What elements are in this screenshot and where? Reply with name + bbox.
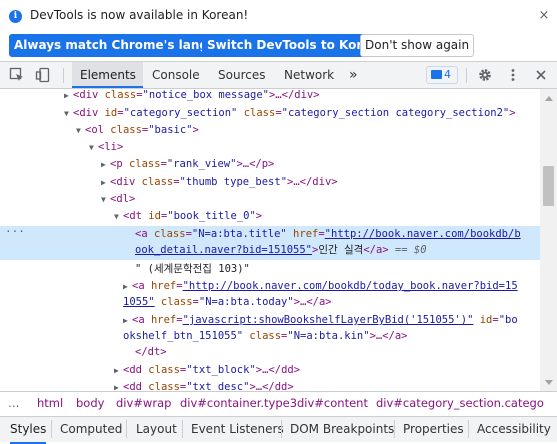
settings-gear-icon[interactable] [477, 67, 493, 83]
dom-node-p-rank-view[interactable]: ▶ <p class="rank_view">…</p> [101, 156, 274, 172]
today-book-link-cont[interactable]: 1055" [123, 296, 155, 308]
breadcrumb-item[interactable]: div#category_section.catego [376, 392, 544, 415]
tab-styles[interactable]: Styles [10, 417, 47, 444]
tab-event-listeners[interactable]: Event Listeners [191, 417, 284, 442]
toolbar-divider [466, 68, 467, 83]
close-devtools-icon[interactable] [533, 67, 549, 83]
tab-divider [51, 420, 52, 438]
tab-elements[interactable]: Elements [72, 62, 143, 88]
scrollbar-thumb[interactable] [543, 166, 554, 206]
sidebar-pane-tabs: Styles Computed Layout Event Listeners D… [0, 416, 557, 444]
dom-node-dd-txt-block[interactable]: ▶ <dd class="txt_block">…</dd> [114, 362, 300, 378]
close-icon[interactable]: × [536, 8, 552, 24]
dom-node-a-today-wrap[interactable]: 1055" class="N=a:bta.today">…</a> [123, 294, 332, 310]
elements-scrollbar[interactable] [540, 89, 557, 391]
breadcrumb-item[interactable]: html [37, 392, 63, 415]
tab-network[interactable]: Network [276, 62, 342, 88]
breadcrumb: … html body div#wrap div#container.type3… [0, 391, 557, 416]
tab-divider [126, 420, 127, 438]
tab-dom-breakpoints[interactable]: DOM Breakpoints [290, 417, 394, 442]
dom-node-div-thumb[interactable]: ▶ <div class="thumb type_best">…</div> [101, 174, 338, 190]
breadcrumb-item[interactable]: div#content [297, 392, 368, 415]
tab-sources[interactable]: Sources [210, 62, 273, 88]
tab-computed[interactable]: Computed [60, 417, 122, 442]
tab-accessibility[interactable]: Accessibility [477, 417, 551, 442]
breadcrumb-item[interactable]: body [76, 392, 104, 415]
tab-layout[interactable]: Layout [136, 417, 177, 442]
main-toolbar: Elements Console Sources Network » 4 [0, 62, 557, 89]
toolbar-divider [63, 68, 64, 83]
tab-console[interactable]: Console [144, 62, 208, 88]
info-icon: i [9, 10, 22, 23]
dom-node-category-section[interactable]: ▼ <div id="category_section" class="categ… [64, 105, 516, 121]
more-options-kebab-icon[interactable] [505, 67, 521, 83]
tab-divider [394, 420, 395, 438]
tab-divider [281, 420, 282, 438]
today-book-link[interactable]: "http://book.naver.com/bookdb/today_book… [183, 280, 518, 292]
dont-show-again-button[interactable]: Don't show again [360, 34, 475, 57]
language-infobar: i DevTools is now available in Korean! ×… [0, 0, 557, 62]
tab-properties[interactable]: Properties [403, 417, 464, 442]
infobar-message: DevTools is now available in Korean! [30, 8, 249, 22]
dom-node-ol-basic[interactable]: ▼ <ol class="basic"> [76, 122, 199, 138]
tab-divider [468, 420, 469, 438]
dom-node-li[interactable]: ▼ <li> [89, 139, 123, 155]
book-detail-link-cont[interactable]: ook_detail.naver?bid=151055" [135, 244, 312, 256]
scroll-down-arrow-icon[interactable] [545, 380, 553, 385]
scroll-up-arrow-icon[interactable] [545, 96, 553, 101]
dom-node-dl[interactable]: ▼ <dl> [101, 191, 135, 207]
device-toolbar-icon[interactable] [35, 67, 51, 83]
breadcrumb-item[interactable]: div#wrap [116, 392, 171, 415]
dom-node-dd-txt-desc[interactable]: ▶ <dd class="txt_desc">…</dd> [114, 379, 294, 391]
dom-node-a-today[interactable]: ▶ <a href="http://book.naver.com/bookdb/t… [123, 278, 518, 294]
issues-counter-button[interactable]: 4 [426, 66, 458, 84]
breadcrumb-item[interactable]: div#container.type3 [180, 392, 297, 415]
bookshelf-js-link[interactable]: "javascript:showBookshelfLayerByBid('151… [183, 314, 474, 326]
dom-text-node-series[interactable]: " (세계문학전집 103)" [135, 261, 250, 277]
dom-node-dt-close[interactable]: </dt> [135, 344, 167, 360]
dom-node-notice-box[interactable]: ▶ <div class="notice_box message">…</div> [64, 89, 320, 103]
tab-divider [182, 420, 183, 438]
breadcrumb-overflow-ellipsis[interactable]: … [8, 392, 20, 415]
issues-icon [431, 70, 442, 79]
elements-dom-tree: ··· ▶ <div class="notice_box message">…</… [0, 89, 540, 391]
inspect-element-icon[interactable] [9, 67, 25, 83]
dom-node-dt-book-title[interactable]: ▼ <dt id="book_title_0"> [114, 208, 262, 224]
dom-node-a-bookshelf-wrap[interactable]: okshelf_btn_151055" class="N=a:bta.kin">… [123, 328, 408, 344]
issues-count: 4 [444, 68, 451, 81]
dom-node-a-bookshelf[interactable]: ▶ <a href="javascript:showBookshelfLayerB… [123, 312, 518, 328]
dom-node-a-title-selected[interactable]: <a class="N=a:bta.title" href="http://bo… [135, 226, 521, 242]
dom-node-a-title-wrap[interactable]: ook_detail.naver?bid=151055">인간 실격</a> =… [135, 242, 427, 258]
more-tabs-chevron-icon[interactable]: » [341, 62, 366, 88]
book-detail-link[interactable]: "http://book.naver.com/bookdb/b [325, 228, 521, 240]
node-actions-ellipsis[interactable]: ··· [5, 225, 25, 238]
